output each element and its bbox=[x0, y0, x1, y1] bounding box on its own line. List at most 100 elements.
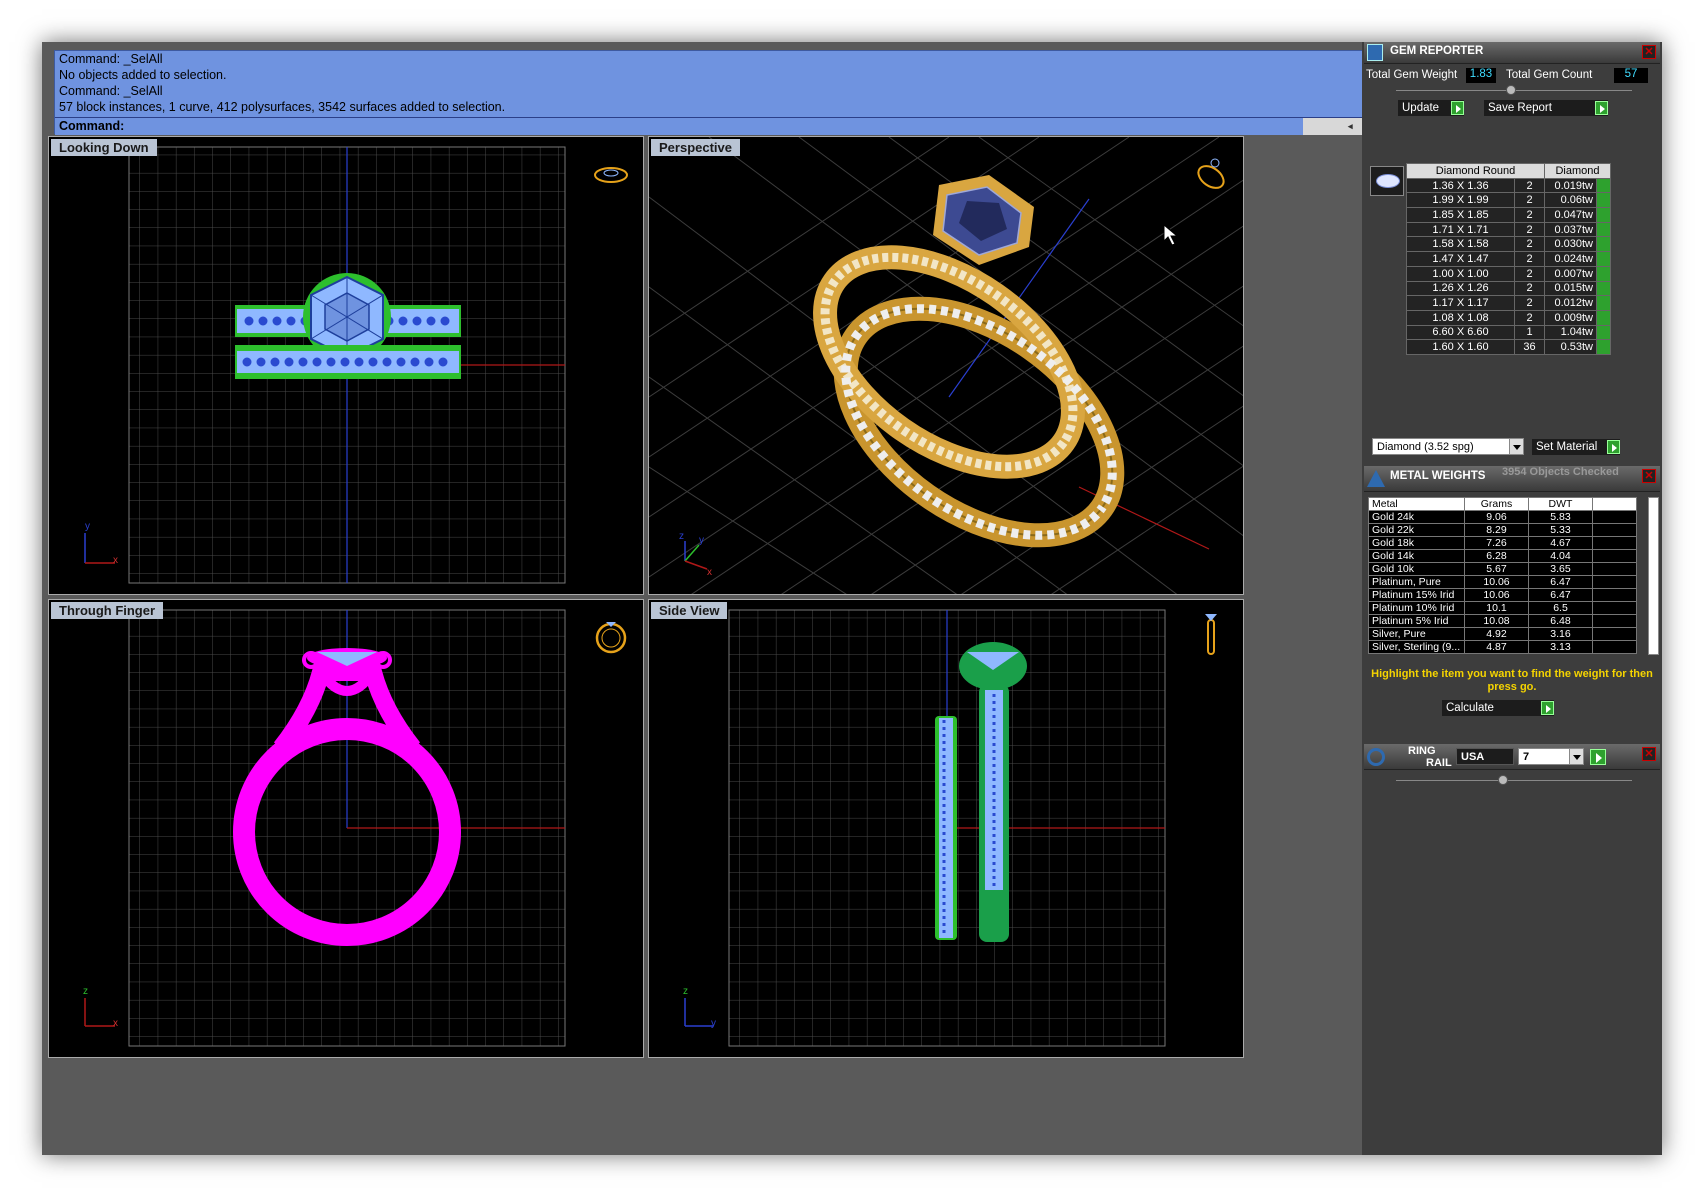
metal-name: Silver, Pure bbox=[1368, 627, 1465, 641]
save-report-button[interactable]: Save Report bbox=[1484, 100, 1608, 116]
metal-row[interactable]: Platinum, Pure 10.06 6.47 bbox=[1368, 575, 1637, 589]
gem-row[interactable]: 1.17 X 1.17 2 0.012tw bbox=[1406, 295, 1611, 311]
gem-row[interactable]: 1.58 X 1.58 2 0.030tw bbox=[1406, 236, 1611, 253]
ring-size-select[interactable]: 7 bbox=[1518, 748, 1584, 765]
gem-row[interactable]: 1.85 X 1.85 2 0.047tw bbox=[1406, 207, 1611, 223]
axis-label-x: x bbox=[113, 555, 118, 566]
gem-row-go-button[interactable] bbox=[1596, 339, 1611, 355]
viewport-title[interactable]: Looking Down bbox=[51, 139, 157, 156]
metal-row[interactable]: Platinum 5% Irid 10.08 6.48 bbox=[1368, 614, 1637, 628]
gem-weight: 0.024tw bbox=[1544, 251, 1597, 267]
metal-weights-scrollbar[interactable] bbox=[1648, 497, 1659, 655]
metal-grams: 4.92 bbox=[1464, 627, 1529, 641]
close-icon[interactable]: ✕ bbox=[1642, 45, 1656, 59]
calculate-button[interactable]: Calculate bbox=[1442, 700, 1554, 716]
metal-grams: 6.28 bbox=[1464, 549, 1529, 563]
close-icon[interactable]: ✕ bbox=[1642, 469, 1656, 483]
viewport-title[interactable]: Side View bbox=[651, 602, 728, 619]
gem-row[interactable]: 1.99 X 1.99 2 0.06tw bbox=[1406, 192, 1611, 209]
metal-row[interactable]: Gold 24k 9.06 5.83 bbox=[1368, 510, 1637, 524]
viewport-perspective[interactable]: Perspective z y x bbox=[648, 136, 1244, 595]
command-history-line: 57 block instances, 1 curve, 412 polysur… bbox=[59, 100, 506, 114]
gem-row[interactable]: 6.60 X 6.60 1 1.04tw bbox=[1406, 324, 1611, 341]
command-prompt-row[interactable]: Command: ◂▸ bbox=[55, 117, 1393, 135]
ring-rail-title-line2: RAIL bbox=[1426, 757, 1452, 769]
gem-row-go-button[interactable] bbox=[1596, 221, 1611, 238]
metal-row[interactable]: Gold 22k 8.29 5.33 bbox=[1368, 523, 1637, 537]
axis-gizmo: z x bbox=[83, 986, 118, 1029]
perspective-canvas: z y x bbox=[649, 137, 1243, 594]
command-prompt-label: Command: bbox=[59, 119, 125, 133]
axis-label-y: y bbox=[85, 521, 90, 532]
gem-row-go-button[interactable] bbox=[1596, 251, 1611, 267]
close-icon[interactable]: ✕ bbox=[1642, 747, 1656, 761]
gem-row[interactable]: 1.08 X 1.08 2 0.009tw bbox=[1406, 309, 1611, 326]
ring-standard-select[interactable]: USA bbox=[1456, 748, 1514, 765]
metal-name: Gold 22k bbox=[1368, 523, 1465, 537]
total-gem-weight-value: 1.83 bbox=[1466, 68, 1496, 83]
gem-row-go-button[interactable] bbox=[1596, 177, 1611, 194]
update-button-label: Update bbox=[1402, 102, 1440, 114]
metal-row[interactable]: Gold 14k 6.28 4.04 bbox=[1368, 549, 1637, 563]
metal-name: Gold 18k bbox=[1368, 536, 1465, 550]
gem-row[interactable]: 1.36 X 1.36 2 0.019tw bbox=[1406, 177, 1611, 194]
update-button[interactable]: Update bbox=[1398, 100, 1464, 116]
metal-dwt: 6.5 bbox=[1528, 601, 1593, 615]
metal-row[interactable]: Gold 18k 7.26 4.67 bbox=[1368, 536, 1637, 550]
gem-reporter-slider[interactable] bbox=[1396, 85, 1632, 95]
metal-row[interactable]: Platinum 10% Irid 10.1 6.5 bbox=[1368, 601, 1637, 615]
gem-row[interactable]: 1.00 X 1.00 2 0.007tw bbox=[1406, 265, 1611, 282]
metal-name: Platinum 10% Irid bbox=[1368, 601, 1465, 615]
looking-down-canvas: y x bbox=[84, 146, 566, 584]
gem-qty: 2 bbox=[1514, 177, 1545, 194]
metal-grams: 4.87 bbox=[1464, 640, 1529, 654]
ring-rail-slider[interactable] bbox=[1396, 775, 1632, 785]
metal-name: Silver, Sterling (9... bbox=[1368, 640, 1465, 654]
gem-qty: 1 bbox=[1514, 324, 1545, 341]
gem-qty: 2 bbox=[1514, 295, 1545, 311]
metal-weights-title: METAL WEIGHTS bbox=[1390, 470, 1486, 482]
gem-table[interactable]: Diamond Round Diamond 1.36 X 1.36 2 0.019tw… bbox=[1406, 163, 1611, 355]
diamond-shape-icon bbox=[1370, 166, 1404, 196]
gem-row-go-button[interactable] bbox=[1596, 295, 1611, 311]
axis-gizmo: z y bbox=[683, 986, 716, 1029]
metal-row[interactable]: Silver, Sterling (9... 4.87 3.13 bbox=[1368, 640, 1637, 654]
save-report-label: Save Report bbox=[1488, 102, 1552, 114]
gem-row[interactable]: 1.71 X 1.71 2 0.037tw bbox=[1406, 221, 1611, 238]
viewport-through-finger[interactable]: Through Finger z x bbox=[48, 599, 644, 1058]
gem-row-go-button[interactable] bbox=[1596, 309, 1611, 326]
gem-weight: 0.047tw bbox=[1544, 207, 1597, 223]
viewport-title[interactable]: Perspective bbox=[651, 139, 740, 156]
viewport-title[interactable]: Through Finger bbox=[51, 602, 164, 619]
gem-row-go-button[interactable] bbox=[1596, 207, 1611, 223]
viewport-looking-down[interactable]: Looking Down y x bbox=[48, 136, 644, 595]
gem-row-go-button[interactable] bbox=[1596, 192, 1611, 209]
gem-size: 6.60 X 6.60 bbox=[1406, 324, 1515, 341]
axis-label-y: y bbox=[699, 535, 704, 546]
metal-weights-table[interactable]: Metal Grams DWT Gold 24k 9.06 5.83 Gold 22k 8.… bbox=[1368, 497, 1637, 654]
metal-grams: 10.06 bbox=[1464, 575, 1529, 589]
gem-row[interactable]: 1.26 X 1.26 2 0.015tw bbox=[1406, 280, 1611, 297]
metal-row[interactable]: Gold 10k 5.67 3.65 bbox=[1368, 562, 1637, 576]
gem-weight: 0.53tw bbox=[1544, 339, 1597, 355]
calc-hint-text: Highlight the item you want to find the … bbox=[1371, 668, 1653, 693]
gem-row-go-button[interactable] bbox=[1596, 324, 1611, 341]
gem-size: 1.00 X 1.00 bbox=[1406, 265, 1515, 282]
command-history-line: Command: _SelAll bbox=[59, 84, 163, 98]
material-select[interactable]: Diamond (3.52 spg) bbox=[1372, 438, 1524, 455]
gem-row-go-button[interactable] bbox=[1596, 280, 1611, 297]
ring-rail-title-line1: RING bbox=[1408, 745, 1436, 757]
gem-row[interactable]: 1.60 X 1.60 36 0.53tw bbox=[1406, 339, 1611, 355]
command-history-panel[interactable]: Command: _SelAll No objects added to sel… bbox=[54, 50, 1394, 135]
gem-qty: 2 bbox=[1514, 207, 1545, 223]
viewport-side-view[interactable]: Side View z y bbox=[648, 599, 1244, 1058]
ring-rail-go-button[interactable] bbox=[1590, 749, 1606, 765]
set-material-button[interactable]: Set Material bbox=[1532, 439, 1620, 455]
gem-size: 1.36 X 1.36 bbox=[1406, 177, 1515, 194]
gem-row[interactable]: 1.47 X 1.47 2 0.024tw bbox=[1406, 251, 1611, 267]
metal-dwt: 3.16 bbox=[1528, 627, 1593, 641]
metal-row[interactable]: Platinum 15% Irid 10.06 6.47 bbox=[1368, 588, 1637, 602]
gem-row-go-button[interactable] bbox=[1596, 265, 1611, 282]
metal-row[interactable]: Silver, Pure 4.92 3.16 bbox=[1368, 627, 1637, 641]
gem-row-go-button[interactable] bbox=[1596, 236, 1611, 253]
